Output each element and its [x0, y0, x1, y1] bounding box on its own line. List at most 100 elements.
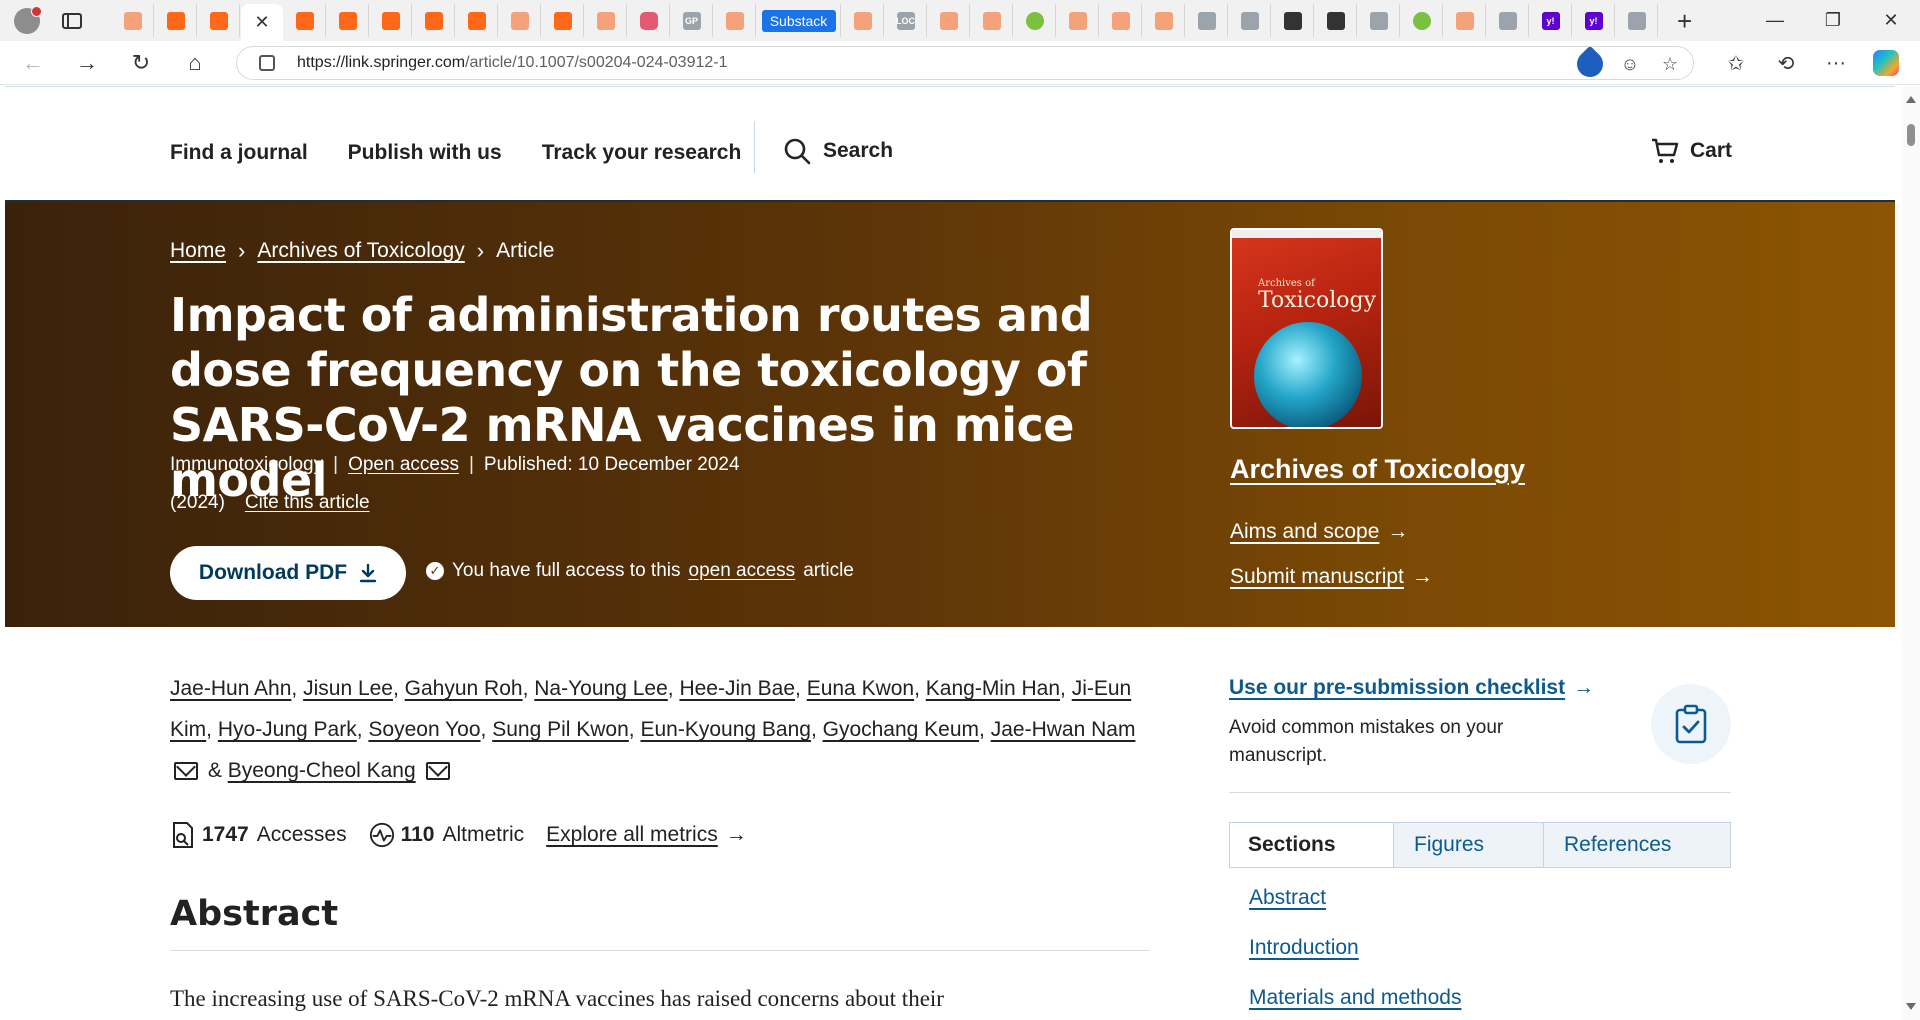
author-link[interactable]: Gyochang Keum	[823, 718, 979, 741]
browser-tab[interactable]	[1444, 4, 1486, 37]
browser-tab[interactable]	[628, 4, 670, 37]
scroll-up-icon[interactable]	[1906, 96, 1916, 103]
tab-references[interactable]: References	[1544, 823, 1730, 867]
forward-arrow-icon[interactable]: →	[66, 45, 108, 81]
browser-tab[interactable]	[1487, 4, 1529, 37]
cart-button[interactable]: Cart	[1650, 137, 1732, 165]
browser-tab-substack[interactable]: Substack	[757, 4, 841, 37]
scroll-down-icon[interactable]	[1906, 1003, 1916, 1010]
nav-publish[interactable]: Publish with us	[348, 141, 502, 165]
reload-icon[interactable]: ↻	[120, 45, 162, 81]
address-bar[interactable]: https://link.springer.com/article/10.100…	[236, 45, 1694, 83]
journal-name-link[interactable]: Archives of Toxicology	[1230, 454, 1525, 485]
author-link[interactable]: Hee-Jin Bae	[679, 677, 795, 700]
browser-tab[interactable]	[971, 4, 1013, 37]
browser-tab[interactable]: LOC	[885, 4, 927, 37]
browser-tab[interactable]	[1100, 4, 1142, 37]
browser-tab[interactable]	[413, 4, 455, 37]
browser-tab[interactable]: GP	[671, 4, 713, 37]
scrollbar-thumb[interactable]	[1907, 124, 1915, 146]
section-link-methods[interactable]: Materials and methods	[1249, 986, 1461, 1020]
shopping-tag-icon[interactable]	[1571, 45, 1609, 83]
author-link[interactable]: Byeong-Cheol Kang	[228, 759, 416, 782]
browser-tab[interactable]	[585, 4, 627, 37]
open-access-link[interactable]: Open access	[348, 454, 459, 476]
browser-tab[interactable]	[155, 4, 197, 37]
author-link[interactable]: Soyeon Yoo	[368, 718, 480, 741]
browser-tab[interactable]: y!	[1530, 4, 1572, 37]
section-link-introduction[interactable]: Introduction	[1249, 936, 1461, 986]
close-window-icon[interactable]: ✕	[1862, 0, 1920, 41]
back-arrow-icon[interactable]: ←	[12, 45, 54, 81]
article-meta-2: (2024) Cite this article	[170, 492, 370, 514]
browser-tab[interactable]	[1143, 4, 1185, 37]
history-icon[interactable]: ⟲	[1768, 45, 1804, 81]
author-link[interactable]: Jisun Lee	[303, 677, 393, 700]
close-tab-icon[interactable]: ✕	[254, 12, 269, 33]
author-link[interactable]: Jae-Hun Ahn	[170, 677, 291, 700]
restore-icon[interactable]: ❐	[1804, 0, 1862, 41]
browser-tab-active[interactable]: ✕	[241, 4, 283, 41]
author-link[interactable]: Hyo-Jung Park	[218, 718, 357, 741]
browser-tab[interactable]	[1358, 4, 1400, 37]
tab-sections[interactable]: Sections	[1230, 823, 1394, 867]
lock-icon[interactable]	[259, 55, 275, 71]
browser-tab[interactable]	[1616, 4, 1658, 37]
profile-avatar-icon[interactable]	[14, 5, 42, 34]
browser-tab[interactable]	[542, 4, 584, 37]
submit-manuscript-link[interactable]: Submit manuscript →	[1230, 565, 1433, 589]
browser-tab[interactable]	[284, 4, 326, 37]
home-icon[interactable]: ⌂	[174, 45, 216, 81]
section-link-abstract[interactable]: Abstract	[1249, 886, 1461, 936]
browser-tab[interactable]: y!	[1573, 4, 1615, 37]
explore-metrics-link[interactable]: Explore all metrics	[546, 823, 718, 847]
read-aloud-icon[interactable]: ☺	[1617, 51, 1643, 77]
browser-tab[interactable]	[112, 4, 154, 37]
email-icon[interactable]	[174, 762, 198, 780]
browser-tab[interactable]	[1014, 4, 1056, 37]
breadcrumb-journal[interactable]: Archives of Toxicology	[257, 239, 464, 263]
browser-tab[interactable]	[1057, 4, 1099, 37]
journal-cover-image[interactable]: Archives of Toxicology	[1230, 228, 1383, 429]
author-link[interactable]: Jae-Hwan Nam	[991, 718, 1136, 741]
browser-tab[interactable]	[1229, 4, 1271, 37]
nav-track-research[interactable]: Track your research	[542, 141, 742, 165]
checklist-link[interactable]: Use our pre-submission checklist →	[1229, 676, 1594, 700]
browser-tab[interactable]	[198, 4, 240, 37]
page-scrollbar[interactable]	[1902, 86, 1920, 1020]
browser-tab[interactable]	[1401, 4, 1443, 37]
search-button[interactable]: Search	[783, 137, 893, 165]
browser-tab[interactable]	[370, 4, 412, 37]
browser-tab[interactable]	[1315, 4, 1357, 37]
author-link[interactable]: Gahyun Roh	[405, 677, 523, 700]
favorite-star-icon[interactable]: ☆	[1657, 51, 1683, 77]
more-menu-icon[interactable]: ···	[1818, 45, 1854, 81]
author-link[interactable]: Euna Kwon	[807, 677, 914, 700]
author-link[interactable]: Eun-Kyoung Bang	[640, 718, 810, 741]
cite-article-link[interactable]: Cite this article	[245, 492, 370, 514]
browser-tab[interactable]	[1186, 4, 1228, 37]
aims-scope-link[interactable]: Aims and scope →	[1230, 520, 1408, 544]
author-link[interactable]: Kang-Min Han	[926, 677, 1060, 700]
copilot-icon[interactable]	[1868, 45, 1904, 81]
download-pdf-button[interactable]: Download PDF	[170, 546, 406, 600]
browser-tab[interactable]	[327, 4, 369, 37]
email-icon[interactable]	[425, 762, 450, 780]
browser-tab[interactable]	[499, 4, 541, 37]
favorites-icon[interactable]: ✩	[1718, 45, 1754, 81]
author-link[interactable]: Na-Young Lee	[534, 677, 668, 700]
browser-tab[interactable]	[928, 4, 970, 37]
browser-tab[interactable]	[714, 4, 756, 37]
tab-actions-icon[interactable]	[62, 12, 82, 29]
nav-find-journal[interactable]: Find a journal	[170, 141, 308, 165]
browser-tab[interactable]	[1272, 4, 1314, 37]
author-link[interactable]: Sung Pil Kwon	[492, 718, 629, 741]
url-text[interactable]: https://link.springer.com/article/10.100…	[297, 54, 728, 72]
new-tab-button[interactable]: +	[1677, 8, 1692, 34]
browser-tab[interactable]	[456, 4, 498, 37]
tab-figures[interactable]: Figures	[1394, 823, 1544, 867]
access-open-access-link[interactable]: open access	[689, 560, 796, 582]
minimize-icon[interactable]: —	[1746, 0, 1804, 41]
breadcrumb-home[interactable]: Home	[170, 239, 226, 263]
browser-tab[interactable]	[842, 4, 884, 37]
